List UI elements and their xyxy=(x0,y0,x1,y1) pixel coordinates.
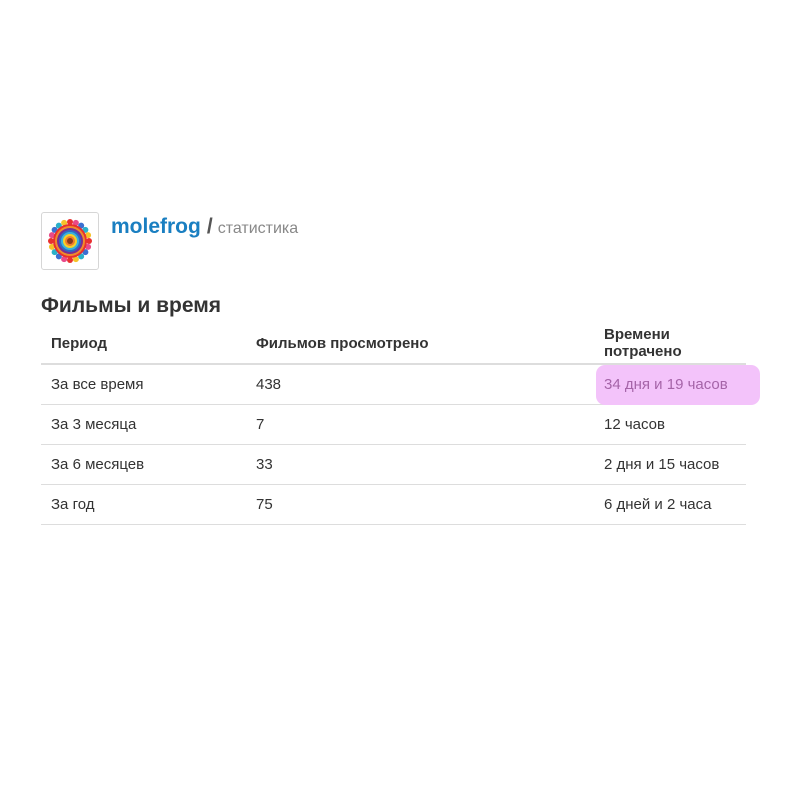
cell-films: 75 xyxy=(246,484,594,525)
breadcrumb-subpage: статистика xyxy=(217,220,299,237)
stats-page: molefrog / статистика Фильмы и время Пер… xyxy=(0,0,800,800)
cell-time-highlighted: 34 дня и 19 часов xyxy=(594,364,760,405)
table-header-row: Период Фильмов просмотрено Времени потра… xyxy=(41,323,746,365)
cell-films: 7 xyxy=(246,404,594,445)
profile-header: molefrog / статистика xyxy=(41,212,298,270)
cell-period: За 6 месяцев xyxy=(41,444,246,485)
cell-time-text: 34 дня и 19 часов xyxy=(604,376,728,393)
cell-films: 33 xyxy=(246,444,594,485)
cell-period: За год xyxy=(41,484,246,525)
breadcrumb: molefrog / статистика xyxy=(111,215,298,239)
breadcrumb-separator: / xyxy=(206,215,213,238)
section-title: Фильмы и время xyxy=(41,294,222,317)
column-header-time: Времени потрачено xyxy=(594,323,746,365)
stats-table: Период Фильмов просмотрено Времени потра… xyxy=(41,323,760,525)
avatar[interactable] xyxy=(41,212,99,270)
mandala-avatar-icon xyxy=(48,219,92,263)
table-row: За год 75 6 дней и 2 часа xyxy=(41,484,746,525)
cell-period: За все время xyxy=(41,364,246,405)
table-row: За все время 438 34 дня и 19 часов xyxy=(41,364,760,405)
cell-time: 12 часов xyxy=(594,404,746,445)
column-header-films: Фильмов просмотрено xyxy=(246,323,594,365)
cell-time: 6 дней и 2 часа xyxy=(594,484,746,525)
cell-time: 2 дня и 15 часов xyxy=(594,444,746,485)
table-row: За 6 месяцев 33 2 дня и 15 часов xyxy=(41,444,746,485)
table-row: За 3 месяца 7 12 часов xyxy=(41,404,746,445)
cell-period: За 3 месяца xyxy=(41,404,246,445)
column-header-period: Период xyxy=(41,323,246,365)
username-link[interactable]: molefrog xyxy=(111,215,201,239)
cell-films: 438 xyxy=(246,364,594,405)
